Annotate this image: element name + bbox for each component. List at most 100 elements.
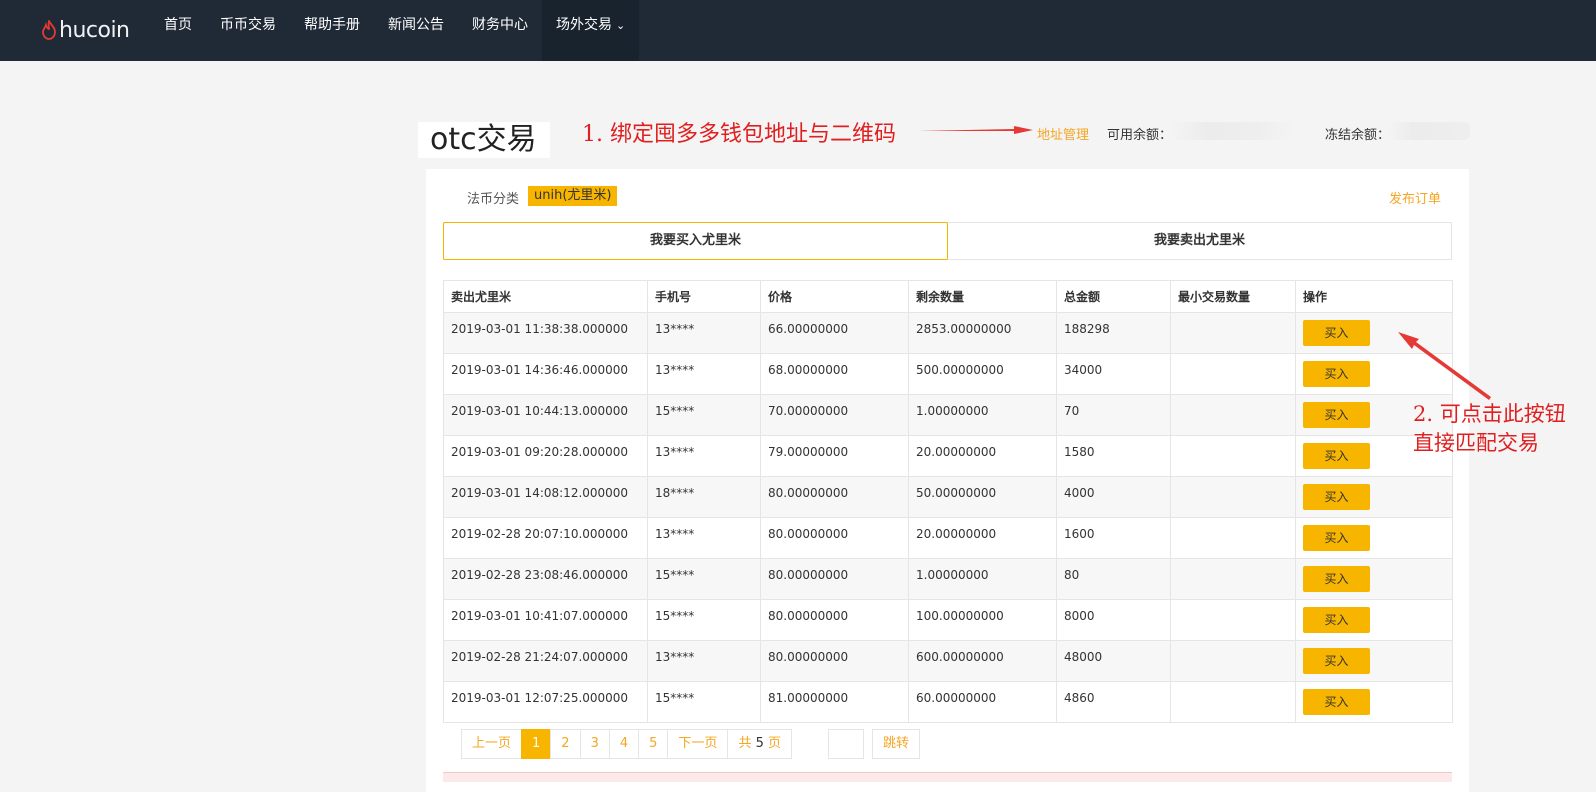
cell-time: 2019-03-01 12:07:25.000000 — [443, 681, 648, 723]
tab-buy[interactable]: 我要买入尤里米 — [443, 222, 948, 260]
hucoin-logo[interactable]: hucoin — [40, 15, 130, 45]
cell-phone: 13**** — [647, 353, 761, 395]
page-button-2[interactable]: 2 — [550, 729, 581, 759]
cell-phone: 13**** — [647, 517, 761, 559]
cell-price: 80.00000000 — [760, 640, 909, 682]
cell-total: 1580 — [1056, 435, 1171, 477]
cell-time: 2019-03-01 11:38:38.000000 — [443, 312, 648, 354]
cell-time: 2019-02-28 21:24:07.000000 — [443, 640, 648, 682]
cell-phone: 15**** — [647, 558, 761, 600]
frozen-balance-redacted — [1388, 122, 1470, 140]
cell-min — [1170, 435, 1296, 477]
nav-help[interactable]: 帮助手册 — [290, 0, 374, 61]
cell-total: 1600 — [1056, 517, 1171, 559]
top-nav-bar: hucoin 首页 币币交易 帮助手册 新闻公告 财务中心 场外交易 ⌄ — [0, 0, 1596, 61]
nav-finance[interactable]: 财务中心 — [458, 0, 542, 61]
page-button-5[interactable]: 5 — [638, 729, 669, 759]
logo-text: hucoin — [59, 17, 130, 43]
trade-tabs: 我要买入尤里米 我要卖出尤里米 — [443, 222, 1452, 260]
cell-phone: 13**** — [647, 312, 761, 354]
nav-news[interactable]: 新闻公告 — [374, 0, 458, 61]
buy-button[interactable]: 买入 — [1303, 607, 1370, 633]
orders-table: 卖出尤里米 手机号 价格 剩余数量 总金额 最小交易数量 操作 2019-03-… — [443, 280, 1453, 723]
cell-total: 70 — [1056, 394, 1171, 436]
cell-remaining: 20.00000000 — [908, 517, 1057, 559]
cell-time: 2019-03-01 10:44:13.000000 — [443, 394, 648, 436]
col-header-min: 最小交易数量 — [1170, 280, 1296, 313]
buy-button[interactable]: 买入 — [1303, 320, 1370, 346]
cell-total: 80 — [1056, 558, 1171, 600]
cell-phone: 15**** — [647, 394, 761, 436]
cell-min — [1170, 681, 1296, 723]
cell-phone: 15**** — [647, 599, 761, 641]
cell-action: 买入 — [1295, 517, 1453, 559]
cell-min — [1170, 394, 1296, 436]
annotation-buy-hint: 2. 可点击此按钮 直接匹配交易 — [1413, 400, 1566, 458]
buy-button[interactable]: 买入 — [1303, 566, 1370, 592]
cell-min — [1170, 599, 1296, 641]
prev-page-button[interactable]: 上一页 — [461, 729, 523, 759]
publish-order-link[interactable]: 发布订单 — [1389, 188, 1441, 207]
page-jump-button[interactable]: 跳转 — [872, 729, 921, 759]
cell-remaining: 500.00000000 — [908, 353, 1057, 395]
buy-button[interactable]: 买入 — [1303, 402, 1370, 428]
cell-remaining: 600.00000000 — [908, 640, 1057, 682]
total-suffix: 页 — [768, 736, 782, 751]
cell-min — [1170, 558, 1296, 600]
col-header-phone: 手机号 — [647, 280, 761, 313]
buy-button[interactable]: 买入 — [1303, 361, 1370, 387]
cell-min — [1170, 517, 1296, 559]
cell-remaining: 60.00000000 — [908, 681, 1057, 723]
col-header-price: 价格 — [760, 280, 909, 313]
col-header-action: 操作 — [1295, 280, 1453, 313]
chevron-down-icon: ⌄ — [616, 19, 626, 32]
page-button-4[interactable]: 4 — [608, 729, 640, 759]
cell-price: 80.00000000 — [760, 599, 909, 641]
pagination: 上一页 1 2 3 4 5 下一页 共 5 页 跳转 — [461, 729, 921, 759]
buy-button[interactable]: 买入 — [1303, 525, 1370, 551]
col-header-total: 总金额 — [1056, 280, 1171, 313]
cell-total: 4000 — [1056, 476, 1171, 518]
cell-total: 34000 — [1056, 353, 1171, 395]
cell-time: 2019-03-01 09:20:28.000000 — [443, 435, 648, 477]
cell-price: 68.00000000 — [760, 353, 909, 395]
cell-remaining: 2853.00000000 — [908, 312, 1057, 354]
col-header-time: 卖出尤里米 — [443, 280, 648, 313]
address-manage-link[interactable]: 地址管理 — [1037, 124, 1089, 143]
currency-category-chip[interactable]: unih(尤里米) — [528, 186, 618, 206]
total-pages: 共 5 页 — [727, 729, 793, 759]
cell-min — [1170, 476, 1296, 518]
cell-action: 买入 — [1295, 599, 1453, 641]
table-row: 2019-03-01 10:41:07.000000 15**** 80.000… — [443, 599, 1453, 641]
nav-coin-trade[interactable]: 币币交易 — [206, 0, 290, 61]
page-title: otc交易 — [418, 122, 550, 158]
buy-button[interactable]: 买入 — [1303, 484, 1370, 510]
buy-button[interactable]: 买入 — [1303, 443, 1370, 469]
nav-home[interactable]: 首页 — [150, 0, 206, 61]
page-button-3[interactable]: 3 — [579, 729, 610, 759]
annotation-arrow-diagonal-icon — [1398, 332, 1491, 400]
flame-icon — [42, 20, 56, 40]
cell-phone: 15**** — [647, 681, 761, 723]
page-button-1[interactable]: 1 — [521, 729, 552, 759]
nav-otc[interactable]: 场外交易 ⌄ — [542, 0, 640, 61]
page-jump-input[interactable] — [828, 729, 865, 759]
cell-action: 买入 — [1295, 640, 1453, 682]
annotation-buy-hint-line2: 直接匹配交易 — [1413, 431, 1539, 455]
buy-button[interactable]: 买入 — [1303, 648, 1370, 674]
next-page-button[interactable]: 下一页 — [667, 729, 729, 759]
cell-time: 2019-02-28 20:07:10.000000 — [443, 517, 648, 559]
cell-total: 4860 — [1056, 681, 1171, 723]
cell-total: 48000 — [1056, 640, 1171, 682]
cell-min — [1170, 640, 1296, 682]
table-row: 2019-03-01 12:07:25.000000 15**** 81.000… — [443, 681, 1453, 723]
buy-button[interactable]: 买入 — [1303, 689, 1370, 715]
cell-phone: 13**** — [647, 435, 761, 477]
cell-remaining: 100.00000000 — [908, 599, 1057, 641]
tab-sell[interactable]: 我要卖出尤里米 — [948, 223, 1451, 259]
frozen-balance-label: 冻结余额： — [1325, 128, 1391, 143]
cell-price: 81.00000000 — [760, 681, 909, 723]
table-header-row: 卖出尤里米 手机号 价格 剩余数量 总金额 最小交易数量 操作 — [443, 280, 1453, 313]
total-pages-count: 5 — [755, 736, 764, 751]
cell-time: 2019-02-28 23:08:46.000000 — [443, 558, 648, 600]
